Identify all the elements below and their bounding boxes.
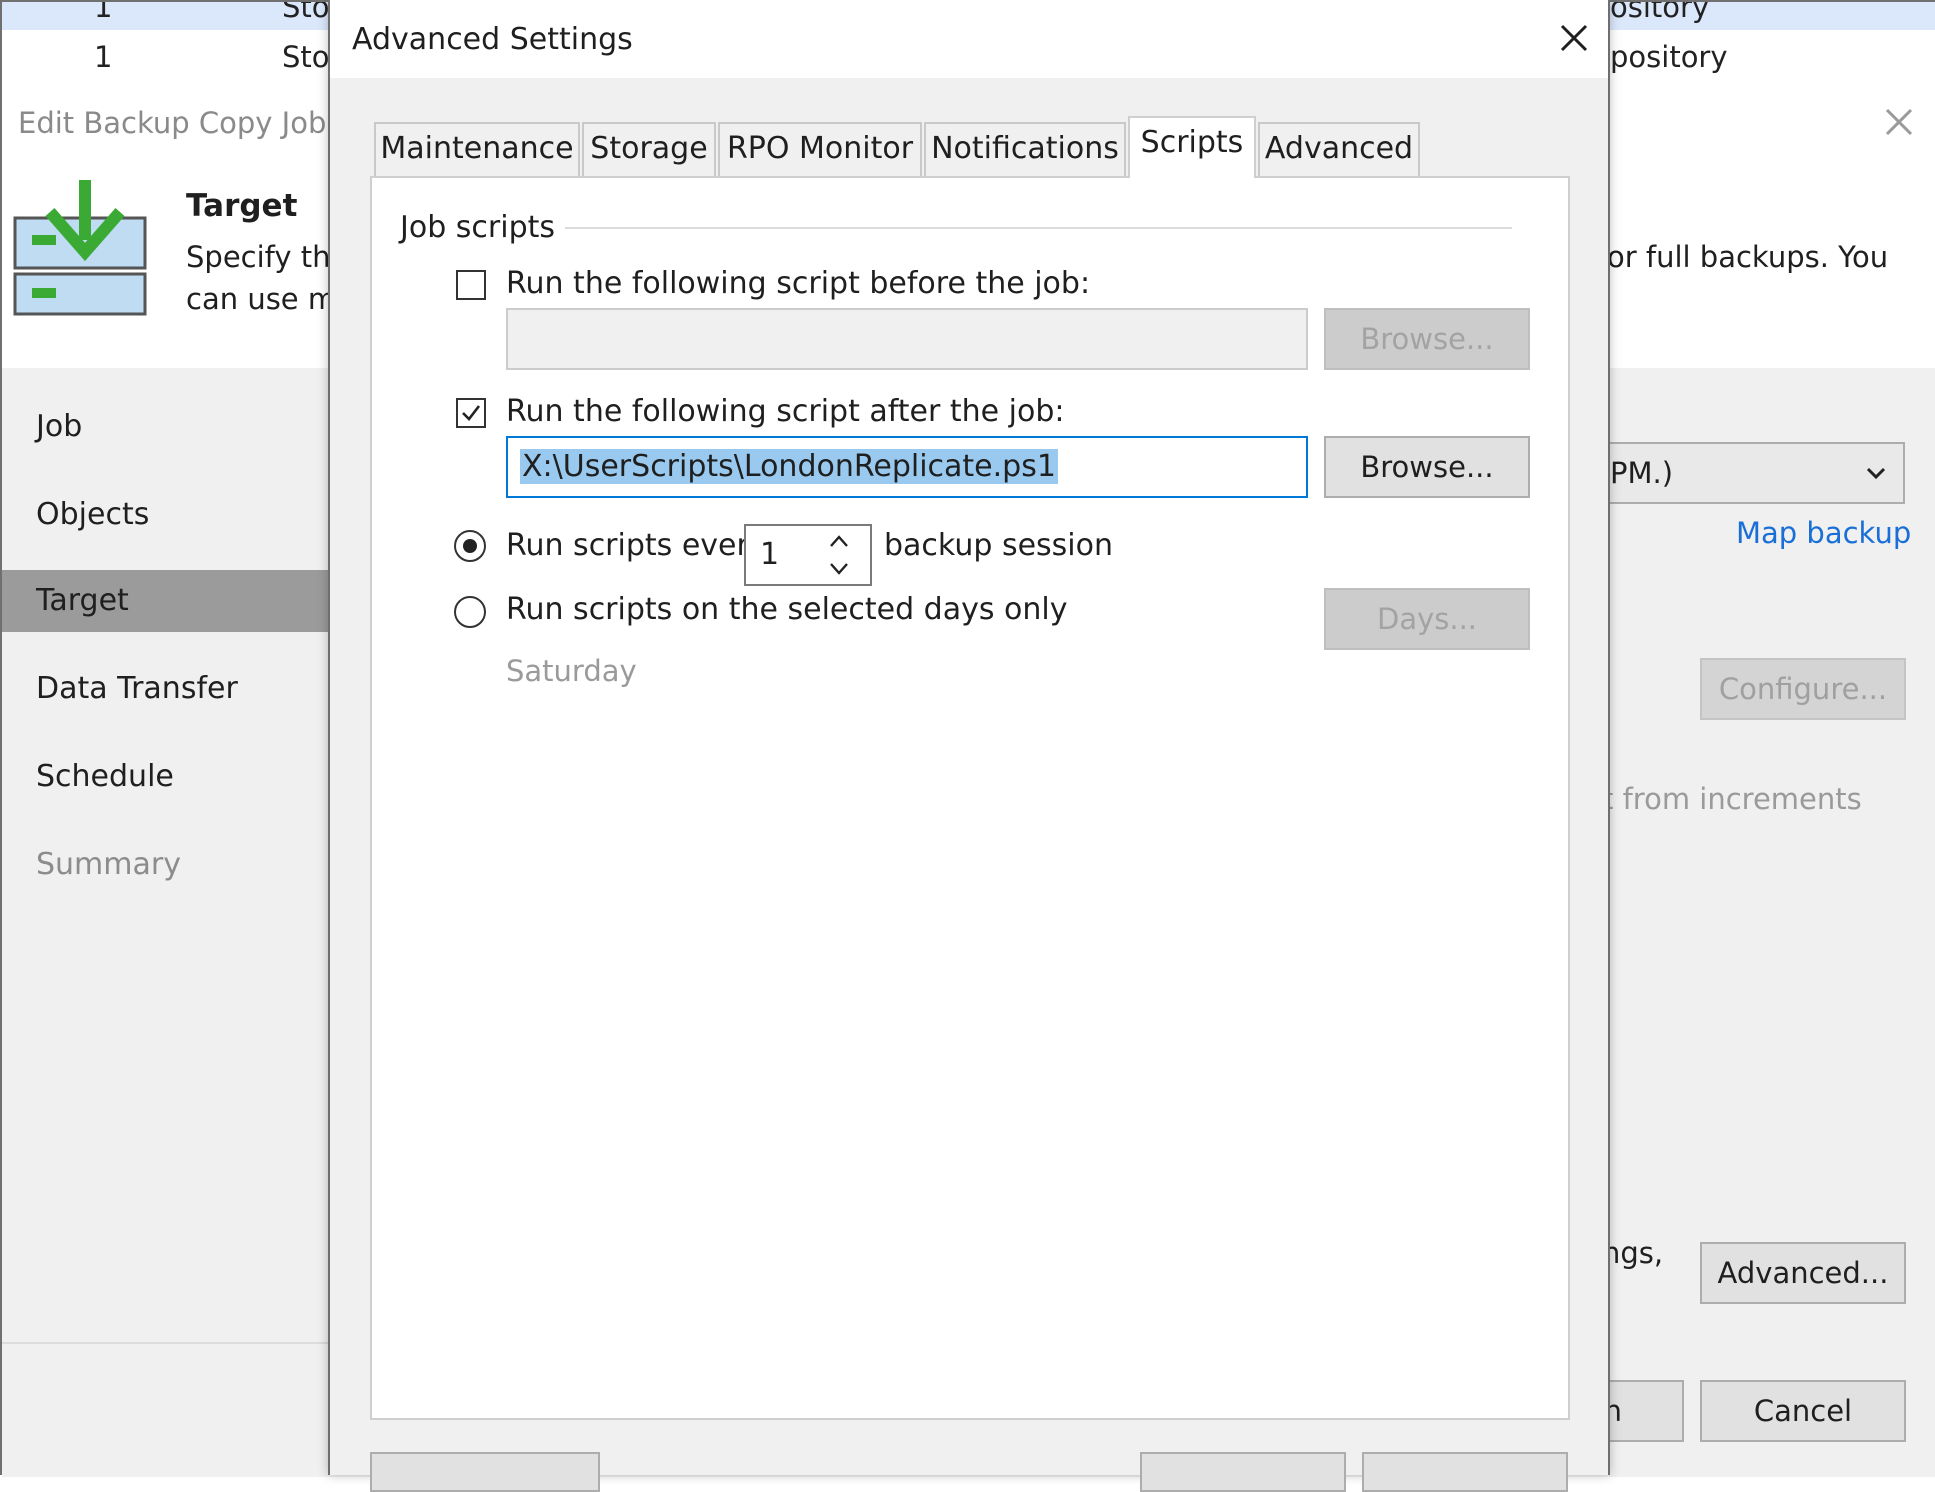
- cancel-button[interactable]: Cancel: [1700, 1380, 1906, 1442]
- group-divider: [400, 227, 1512, 229]
- step-schedule[interactable]: Schedule: [2, 746, 332, 808]
- after-script-label: Run the following script after the job:: [506, 394, 1065, 429]
- after-script-path-value: X:\UserScripts\LondonReplicate.ps1: [520, 449, 1058, 484]
- cancel-dialog-button[interactable]: [1362, 1452, 1568, 1492]
- grid-cell-repository: ository: [1610, 2, 1710, 24]
- tab-rpo-monitor[interactable]: RPO Monitor: [718, 122, 922, 176]
- close-icon[interactable]: [1879, 102, 1919, 142]
- advanced-settings-hint: ngs,: [1602, 1236, 1664, 1270]
- ok-button[interactable]: [1140, 1452, 1346, 1492]
- spin-down-icon[interactable]: [828, 560, 850, 578]
- step-job[interactable]: Job: [2, 396, 332, 458]
- checkmark-icon: [462, 405, 481, 421]
- before-script-path-input: [506, 308, 1308, 370]
- days-button: Days...: [1324, 588, 1530, 650]
- repository-select[interactable]: PM.): [1602, 442, 1905, 504]
- repository-select-value: PM.): [1610, 456, 1674, 490]
- grid-cell-name: Sto: [282, 40, 330, 74]
- step-description-tail: or full backups. You: [1607, 240, 1889, 274]
- browse-before-button: Browse...: [1324, 308, 1530, 370]
- step-heading: Target: [186, 188, 298, 224]
- backup-session-label: backup session: [884, 528, 1114, 563]
- backup-session-count-spinner[interactable]: 1: [744, 524, 872, 586]
- radio-selected-dot: [463, 539, 477, 553]
- after-script-path-input[interactable]: X:\UserScripts\LondonReplicate.ps1: [506, 436, 1308, 498]
- job-scripts-group-label: Job scripts: [400, 210, 566, 245]
- tab-notifications[interactable]: Notifications: [924, 122, 1126, 176]
- dialog-bottom-button[interactable]: [370, 1452, 600, 1492]
- dialog-title: Advanced Settings: [352, 22, 633, 57]
- tab-scripts[interactable]: Scripts: [1128, 116, 1256, 178]
- close-icon[interactable]: [1554, 18, 1594, 58]
- map-backup-link[interactable]: Map backup: [1736, 516, 1911, 550]
- run-selected-days-label: Run scripts on the selected days only: [506, 592, 1068, 627]
- grid-cell-repository: pository: [1610, 40, 1728, 74]
- chevron-down-icon: [1866, 467, 1886, 480]
- run-every-radio[interactable]: [454, 530, 486, 562]
- grid-cell-number: 1: [94, 2, 113, 24]
- browse-after-button[interactable]: Browse...: [1324, 436, 1530, 498]
- advanced-button[interactable]: Advanced...: [1700, 1242, 1906, 1304]
- configure-button: Configure...: [1700, 658, 1906, 720]
- wizard-steps-sidebar: Job Objects Target Data Transfer Schedul…: [2, 368, 332, 1477]
- step-summary: Summary: [36, 847, 181, 882]
- scripts-tab-panel: Job scripts Run the following script bef…: [370, 176, 1570, 1420]
- before-script-checkbox[interactable]: [456, 270, 486, 300]
- step-target[interactable]: Target: [2, 570, 332, 632]
- advanced-settings-dialog: Advanced Settings Maintenance Storage RP…: [328, 0, 1610, 1492]
- increments-option-text: t from increments: [1602, 782, 1862, 816]
- backup-session-count-value: 1: [760, 537, 780, 572]
- tab-maintenance[interactable]: Maintenance: [374, 122, 580, 176]
- step-objects[interactable]: Objects: [2, 484, 332, 546]
- tab-storage[interactable]: Storage: [582, 122, 716, 176]
- target-step-icon: [13, 180, 147, 316]
- run-selected-days-radio[interactable]: [454, 596, 486, 628]
- sidebar-divider: [2, 1342, 332, 1344]
- step-data-transfer[interactable]: Data Transfer: [2, 658, 332, 720]
- selected-days-summary: Saturday: [506, 654, 637, 688]
- run-every-label: Run scripts every: [506, 528, 767, 563]
- tab-advanced[interactable]: Advanced: [1258, 122, 1420, 176]
- grid-cell-name: Sto: [282, 2, 330, 24]
- after-script-checkbox[interactable]: [456, 398, 486, 428]
- grid-cell-number: 1: [94, 40, 113, 74]
- spin-up-icon[interactable]: [828, 532, 850, 550]
- wizard-title: Edit Backup Copy Job I: [18, 106, 345, 140]
- before-script-label: Run the following script before the job:: [506, 266, 1091, 301]
- step-description: Specify the: [186, 240, 349, 274]
